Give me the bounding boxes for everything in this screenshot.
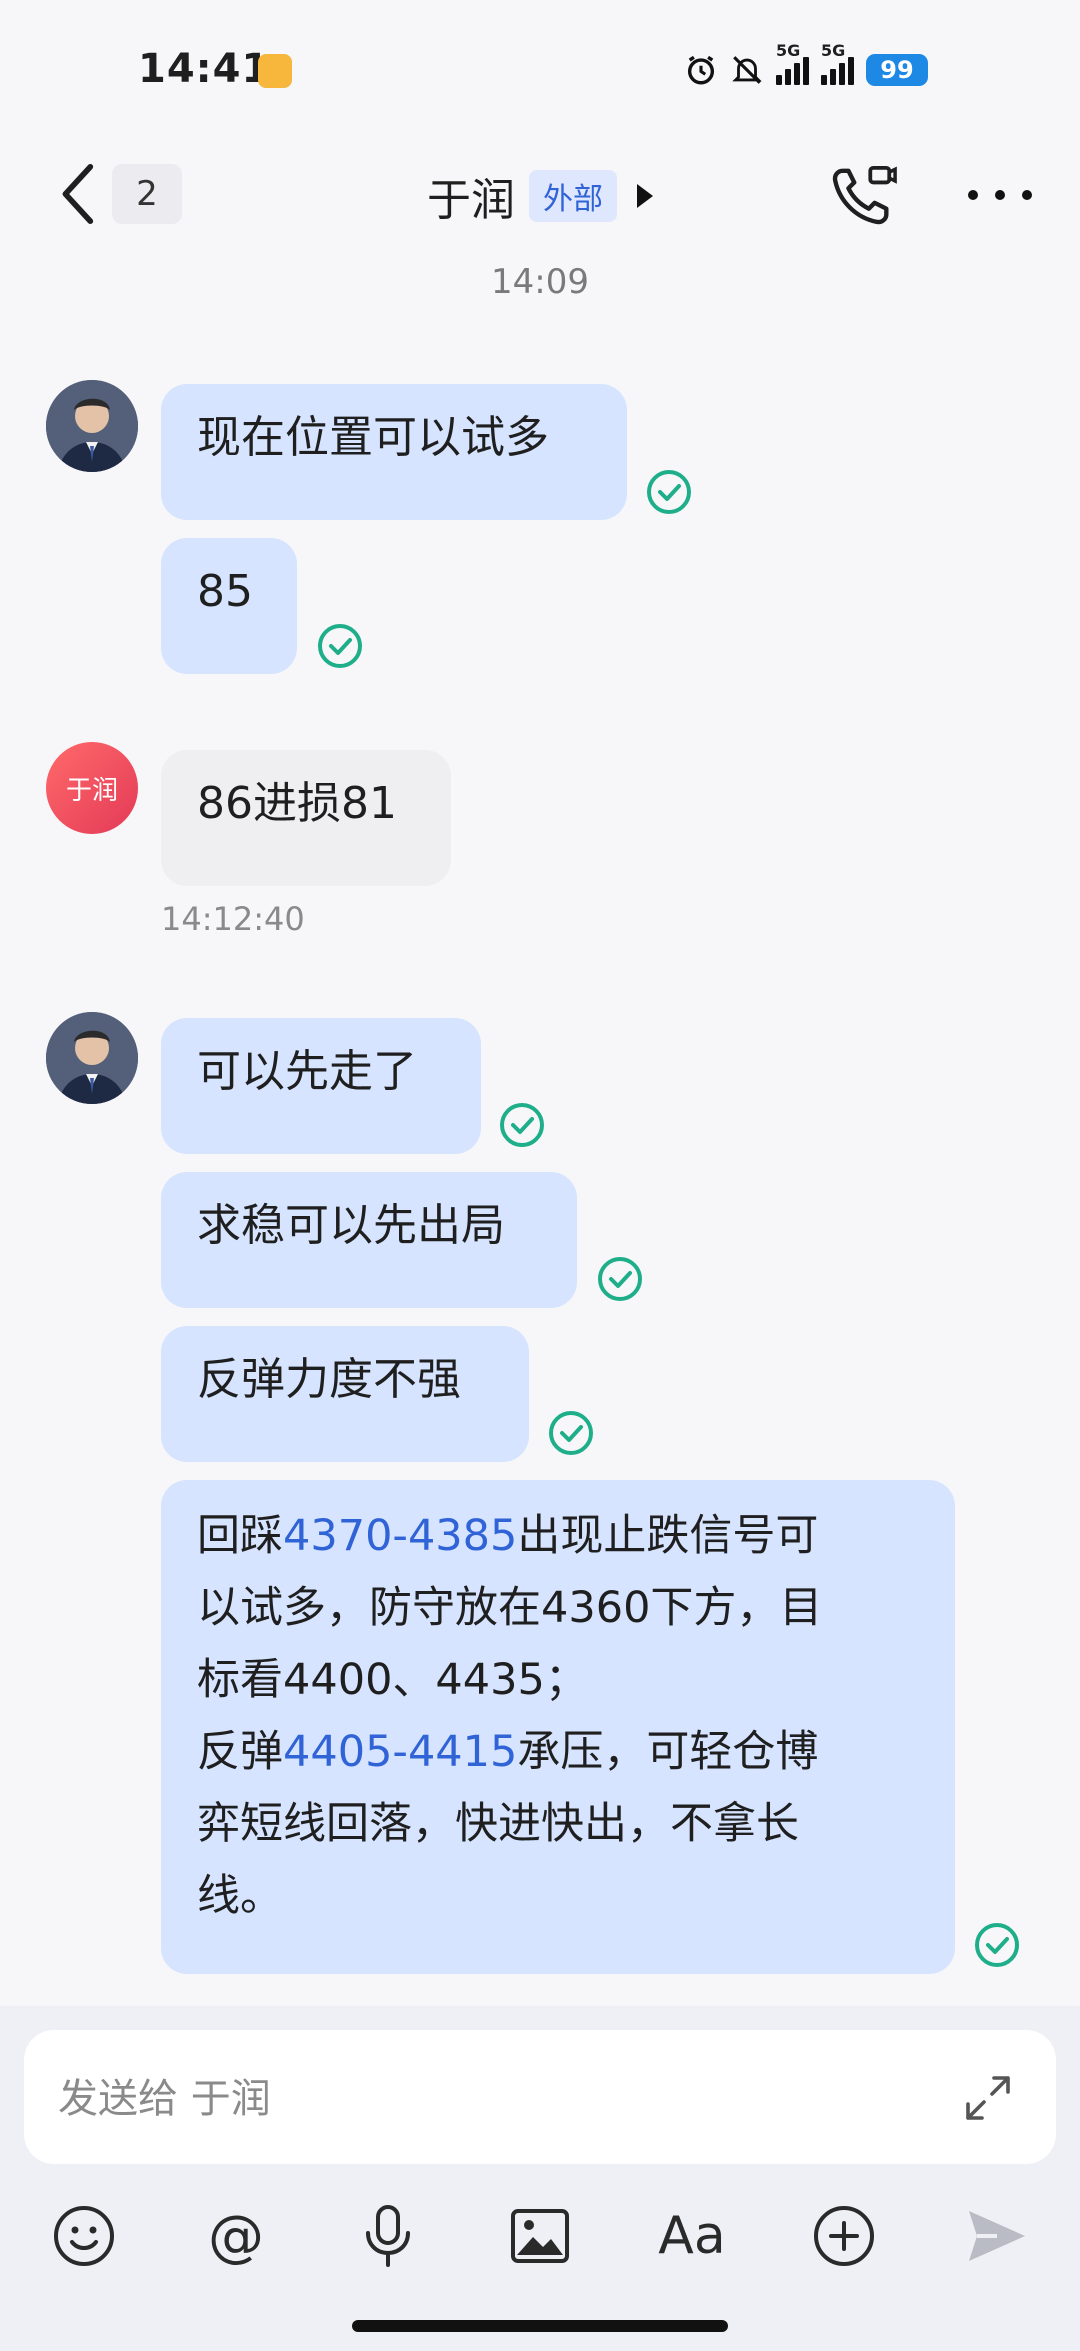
signal-icon: 5G [776, 41, 809, 85]
message-text: 可以先走了 [197, 1046, 417, 1097]
message-line: 标看4400、4435； [197, 1655, 588, 1705]
network-type-label: 5G [776, 41, 801, 60]
add-button[interactable] [809, 2201, 879, 2271]
battery-indicator: 99 [866, 54, 928, 86]
external-tag: 外部 [529, 170, 617, 222]
read-check-icon [647, 470, 691, 514]
read-check-icon [500, 1103, 544, 1147]
image-icon [511, 2209, 569, 2263]
chat-title[interactable]: 于润 [427, 164, 515, 228]
message-bubble[interactable]: 求稳可以先出局 [161, 1172, 577, 1308]
format-button[interactable]: Aa [657, 2201, 727, 2271]
network-type-label-2: 5G [821, 41, 846, 60]
message-text: 85 [197, 566, 253, 617]
message-text: 86进损81 [197, 778, 397, 829]
emoji-button[interactable] [49, 2201, 119, 2271]
message-line: 弈短线回落，快进快出，不拿长 [197, 1799, 799, 1849]
message-input-placeholder[interactable]: 发送给 于润 [58, 2066, 271, 2124]
image-button[interactable] [505, 2201, 575, 2271]
time-divider: 14:09 [491, 262, 589, 302]
chat-title-bar[interactable]: 于润 外部 [0, 164, 1080, 228]
message-line: 以试多，防守放在4360下方，目 [197, 1583, 823, 1633]
call-icon[interactable] [828, 162, 898, 232]
status-icons: 5G 5G 99 [684, 41, 928, 92]
read-check-icon [318, 624, 362, 668]
message-text: 求稳可以先出局 [197, 1200, 505, 1251]
price-range-link[interactable]: 4370-4385 [283, 1511, 517, 1561]
mute-bell-icon [732, 56, 762, 84]
avatar[interactable] [46, 380, 138, 472]
message-bubble[interactable]: 现在位置可以试多 [161, 384, 627, 520]
message-bubble[interactable]: 反弹力度不强 [161, 1326, 529, 1462]
message-bubble[interactable]: 可以先走了 [161, 1018, 481, 1154]
alarm-icon [687, 55, 715, 85]
price-range-link[interactable]: 4405-4415 [283, 1727, 517, 1777]
message-text: 现在位置可以试多 [197, 412, 549, 463]
send-button[interactable] [961, 2201, 1031, 2271]
mention-button[interactable]: @ [201, 2201, 271, 2271]
emoji-icon [54, 2206, 114, 2266]
message-bubble-long[interactable]: 回踩4370-4385出现止跌信号可 以试多，防守放在4360下方，目 标看44… [161, 1480, 955, 1974]
read-check-icon [975, 1923, 1019, 1967]
message-text: 反弹力度不强 [197, 1354, 461, 1405]
message-line: 反弹4405-4415承压，可轻仓博 [197, 1727, 819, 1777]
plus-circle-icon [814, 2206, 874, 2266]
avatar[interactable] [46, 1012, 138, 1104]
read-check-icon [549, 1411, 593, 1455]
microphone-icon [366, 2205, 410, 2267]
message-line: 线。 [197, 1871, 283, 1921]
expand-arrow-icon[interactable] [637, 184, 653, 208]
read-check-icon [598, 1257, 642, 1301]
message-bubble[interactable]: 85 [161, 538, 297, 674]
send-icon [969, 2211, 1025, 2261]
message-bubble[interactable]: 86进损81 [161, 750, 451, 886]
person-avatar-icon [46, 380, 138, 472]
message-line: 回踩4370-4385出现止跌信号可 [197, 1511, 819, 1561]
message-timestamp: 14:12:40 [161, 900, 305, 938]
voice-button[interactable] [353, 2201, 423, 2271]
status-time: 14:41 [138, 46, 271, 92]
expand-icon[interactable] [960, 2070, 1016, 2126]
person-avatar-icon [46, 1012, 138, 1104]
home-indicator[interactable] [352, 2320, 728, 2332]
signal-icon-2: 5G [821, 41, 854, 85]
more-options-icon[interactable] [968, 190, 1032, 202]
notification-icon [258, 54, 292, 88]
composer-toolbar: @ Aa [0, 2196, 1080, 2276]
avatar[interactable]: 于润 [46, 742, 138, 834]
